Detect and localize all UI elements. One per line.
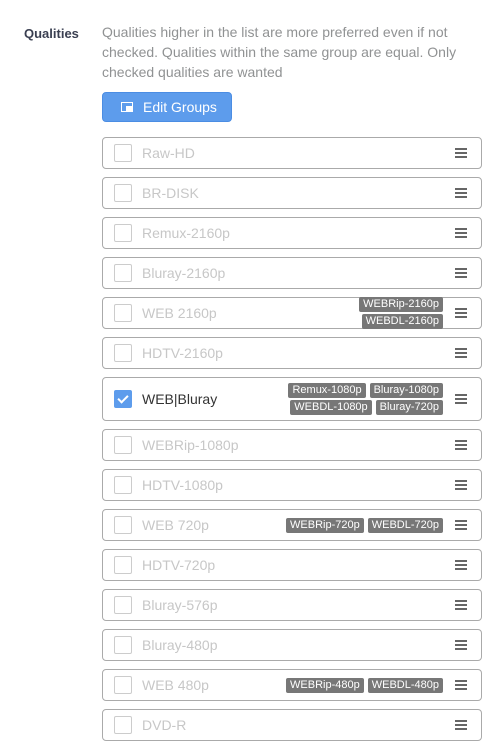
quality-checkbox[interactable] — [114, 516, 132, 534]
drag-handle-icon[interactable] — [455, 268, 467, 278]
quality-tag: WEBDL-2160p — [361, 314, 443, 329]
drag-handle-icon[interactable] — [455, 600, 467, 610]
quality-item[interactable]: Bluray-576p — [102, 589, 482, 621]
quality-tag: Bluray-720p — [375, 400, 443, 415]
quality-tag: WEBDL-480p — [367, 677, 443, 693]
drag-handle-icon[interactable] — [455, 440, 467, 450]
group-icon — [121, 102, 133, 112]
quality-group-tags: WEBRip-720p WEBDL-720p — [286, 517, 443, 533]
quality-item[interactable]: WEB 720p WEBRip-720p WEBDL-720p — [102, 509, 482, 541]
quality-name: Remux-2160p — [142, 225, 230, 241]
quality-checkbox[interactable] — [114, 716, 132, 734]
quality-name: Bluray-2160p — [142, 265, 226, 281]
quality-item[interactable]: DVD-R — [102, 709, 482, 741]
quality-tag: Bluray-1080p — [369, 383, 443, 398]
quality-checkbox[interactable] — [114, 344, 132, 362]
quality-name: Bluray-480p — [142, 637, 218, 653]
quality-group-tags: Remux-1080p Bluray-1080p WEBDL-1080p Bluray… — [283, 383, 443, 415]
quality-item[interactable]: Bluray-2160p — [102, 257, 482, 289]
quality-tag: WEBRip-2160p — [359, 297, 443, 312]
quality-checkbox[interactable] — [114, 184, 132, 202]
quality-name: BR-DISK — [142, 185, 199, 201]
quality-item[interactable]: Bluray-480p — [102, 629, 482, 661]
quality-item[interactable]: Raw-HD — [102, 137, 482, 169]
quality-tag: WEBDL-720p — [367, 517, 443, 533]
quality-item[interactable]: WEB|Bluray Remux-1080p Bluray-1080p WEBDL-1… — [102, 377, 482, 421]
drag-handle-icon[interactable] — [455, 480, 467, 490]
qualities-field: Qualities higher in the list are more pr… — [102, 22, 482, 122]
quality-checkbox[interactable] — [114, 556, 132, 574]
drag-handle-icon[interactable] — [455, 520, 467, 530]
quality-checkbox[interactable] — [114, 224, 132, 242]
quality-tag: Remux-1080p — [288, 383, 366, 398]
quality-group-tags: WEBRip-2160p WEBDL-2160p — [283, 297, 443, 329]
quality-tag: WEBDL-1080p — [290, 400, 372, 415]
quality-name: Raw-HD — [142, 145, 195, 161]
quality-name: WEBRip-1080p — [142, 437, 239, 453]
drag-handle-icon[interactable] — [455, 720, 467, 730]
quality-checkbox[interactable] — [114, 304, 132, 322]
edit-groups-label: Edit Groups — [143, 99, 217, 115]
quality-checkbox[interactable] — [114, 144, 132, 162]
quality-name: WEB 2160p — [142, 305, 217, 321]
quality-name: WEB|Bluray — [142, 391, 218, 407]
drag-handle-icon[interactable] — [455, 680, 467, 690]
quality-item[interactable]: WEBRip-1080p — [102, 429, 482, 461]
quality-list: Raw-HD BR-DISK Remux-2160p Bluray-2160p WEB … — [102, 137, 482, 749]
quality-checkbox[interactable] — [114, 264, 132, 282]
quality-group-tags: WEBRip-480p WEBDL-480p — [286, 677, 443, 693]
drag-handle-icon[interactable] — [455, 394, 467, 404]
quality-name: HDTV-720p — [142, 557, 216, 573]
quality-checkbox[interactable] — [114, 676, 132, 694]
edit-groups-button[interactable]: Edit Groups — [102, 92, 232, 122]
quality-tag: WEBRip-480p — [286, 677, 364, 693]
quality-name: Bluray-576p — [142, 597, 218, 613]
quality-item[interactable]: Remux-2160p — [102, 217, 482, 249]
drag-handle-icon[interactable] — [455, 188, 467, 198]
quality-name: HDTV-2160p — [142, 345, 223, 361]
quality-checkbox[interactable] — [114, 436, 132, 454]
quality-checkbox[interactable] — [114, 596, 132, 614]
qualities-label: Qualities — [24, 26, 79, 41]
quality-name: WEB 720p — [142, 517, 209, 533]
quality-item[interactable]: WEB 480p WEBRip-480p WEBDL-480p — [102, 669, 482, 701]
quality-name: DVD-R — [142, 717, 187, 733]
help-text: Qualities higher in the list are more pr… — [102, 24, 457, 80]
quality-item[interactable]: WEB 2160p WEBRip-2160p WEBDL-2160p — [102, 297, 482, 329]
quality-checkbox[interactable] — [114, 476, 132, 494]
quality-item[interactable]: BR-DISK — [102, 177, 482, 209]
drag-handle-icon[interactable] — [455, 560, 467, 570]
quality-checkbox[interactable] — [114, 390, 132, 408]
quality-item[interactable]: HDTV-1080p — [102, 469, 482, 501]
drag-handle-icon[interactable] — [455, 640, 467, 650]
quality-name: HDTV-1080p — [142, 477, 223, 493]
quality-item[interactable]: HDTV-2160p — [102, 337, 482, 369]
drag-handle-icon[interactable] — [455, 348, 467, 358]
drag-handle-icon[interactable] — [455, 308, 467, 318]
quality-item[interactable]: HDTV-720p — [102, 549, 482, 581]
quality-tag: WEBRip-720p — [286, 517, 364, 533]
drag-handle-icon[interactable] — [455, 228, 467, 238]
quality-name: WEB 480p — [142, 677, 209, 693]
drag-handle-icon[interactable] — [455, 148, 467, 158]
quality-checkbox[interactable] — [114, 636, 132, 654]
